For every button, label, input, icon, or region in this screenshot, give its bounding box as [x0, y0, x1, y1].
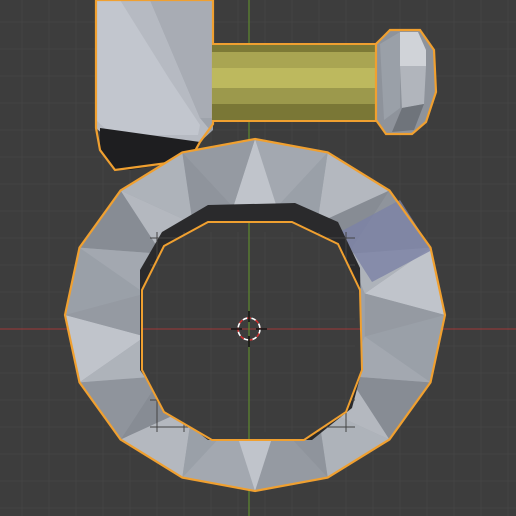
rod-object[interactable]: [212, 43, 382, 122]
rod-cap-object[interactable]: [374, 28, 438, 136]
viewport-canvas[interactable]: [0, 0, 516, 516]
ring-hole: [142, 222, 362, 440]
3d-viewport[interactable]: [0, 0, 516, 516]
ring-object[interactable]: [63, 137, 447, 493]
block-object[interactable]: [94, 0, 215, 172]
